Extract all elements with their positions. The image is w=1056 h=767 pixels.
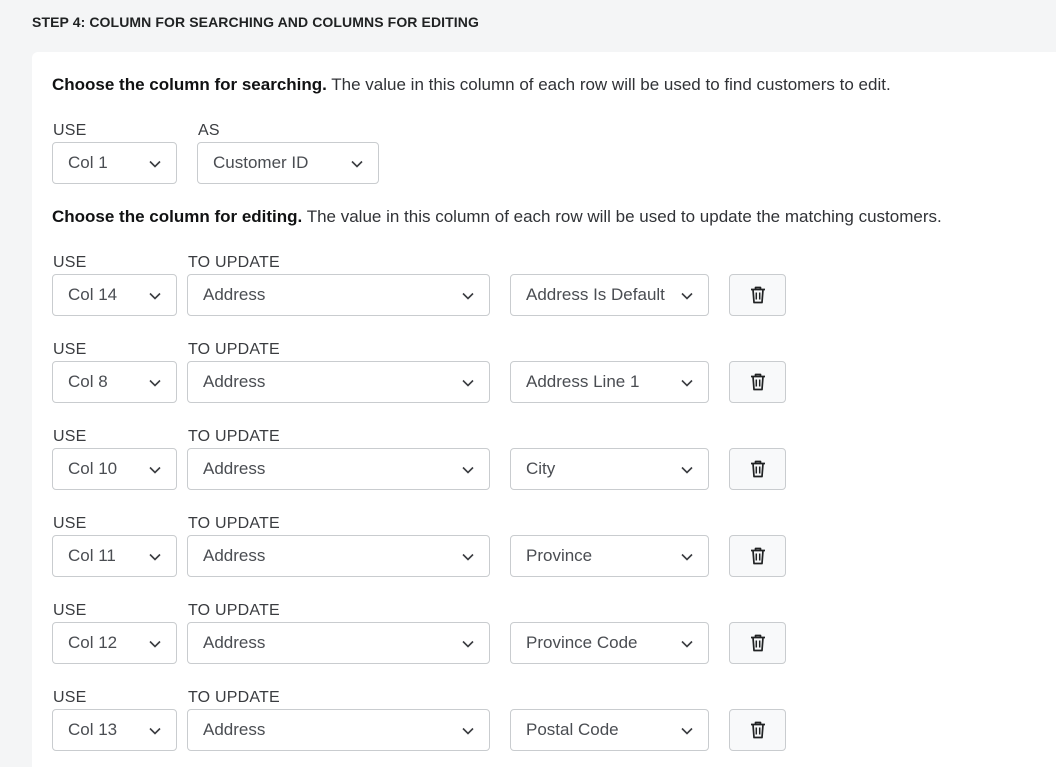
trash-icon: [750, 721, 765, 739]
row-delete-button[interactable]: [729, 448, 786, 490]
row-property-value: City: [526, 459, 556, 478]
row-use-label: USE: [53, 602, 87, 619]
search-field-select[interactable]: Customer ID: [197, 142, 379, 184]
chevron-down-icon: [681, 292, 693, 300]
row-update-label: TO UPDATE: [188, 341, 280, 358]
row-update-label: TO UPDATE: [188, 515, 280, 532]
row-column-value: Col 8: [68, 372, 108, 391]
row-column-select[interactable]: Col 11: [52, 535, 177, 577]
row-target-value: Address: [203, 546, 266, 565]
edit-heading-bold: Choose the column for editing.: [52, 207, 303, 226]
edit-heading-text: The value in this column of each row wil…: [302, 207, 942, 226]
row-update-label: TO UPDATE: [188, 602, 280, 619]
row-target-select[interactable]: Address: [187, 709, 490, 751]
step-title: STEP 4: COLUMN FOR SEARCHING AND COLUMNS…: [32, 14, 479, 30]
row-target-value: Address: [203, 720, 266, 739]
row-column-select[interactable]: Col 13: [52, 709, 177, 751]
search-column-select[interactable]: Col 1: [52, 142, 177, 184]
search-field-value: Customer ID: [213, 153, 309, 172]
row-delete-button[interactable]: [729, 274, 786, 316]
trash-icon: [750, 634, 765, 652]
search-as-label: AS: [198, 122, 220, 139]
row-column-value: Col 14: [68, 285, 118, 304]
chevron-down-icon: [149, 640, 161, 648]
chevron-down-icon: [462, 379, 474, 387]
row-property-value: Address Line 1: [526, 372, 640, 391]
chevron-down-icon: [149, 160, 161, 168]
trash-icon: [750, 547, 765, 565]
edit-heading: Choose the column for editing. The value…: [52, 207, 942, 227]
row-target-value: Address: [203, 459, 266, 478]
chevron-down-icon: [149, 466, 161, 474]
row-property-value: Postal Code: [526, 720, 619, 739]
chevron-down-icon: [351, 160, 363, 168]
chevron-down-icon: [149, 379, 161, 387]
row-target-select[interactable]: Address: [187, 361, 490, 403]
row-property-select[interactable]: Address Is Default: [510, 274, 709, 316]
row-target-select[interactable]: Address: [187, 535, 490, 577]
chevron-down-icon: [462, 640, 474, 648]
row-delete-button[interactable]: [729, 361, 786, 403]
row-column-value: Col 10: [68, 459, 118, 478]
row-property-value: Province: [526, 546, 593, 565]
row-column-select[interactable]: Col 14: [52, 274, 177, 316]
search-column-value: Col 1: [68, 153, 108, 172]
row-target-select[interactable]: Address: [187, 622, 490, 664]
chevron-down-icon: [149, 292, 161, 300]
row-update-label: TO UPDATE: [188, 689, 280, 706]
row-target-value: Address: [203, 372, 266, 391]
row-property-select[interactable]: Address Line 1: [510, 361, 709, 403]
row-target-value: Address: [203, 633, 266, 652]
row-target-select[interactable]: Address: [187, 448, 490, 490]
search-heading: Choose the column for searching. The val…: [52, 75, 891, 95]
row-update-label: TO UPDATE: [188, 254, 280, 271]
row-use-label: USE: [53, 428, 87, 445]
row-target-value: Address: [203, 285, 266, 304]
chevron-down-icon: [462, 553, 474, 561]
search-use-label: USE: [53, 122, 87, 139]
chevron-down-icon: [462, 466, 474, 474]
chevron-down-icon: [681, 640, 693, 648]
chevron-down-icon: [681, 466, 693, 474]
row-column-value: Col 11: [68, 546, 116, 565]
chevron-down-icon: [149, 553, 161, 561]
row-property-value: Address Is Default: [526, 285, 665, 304]
row-delete-button[interactable]: [729, 622, 786, 664]
row-use-label: USE: [53, 254, 87, 271]
row-use-label: USE: [53, 689, 87, 706]
chevron-down-icon: [149, 727, 161, 735]
trash-icon: [750, 460, 765, 478]
chevron-down-icon: [681, 727, 693, 735]
row-column-value: Col 12: [68, 633, 118, 652]
trash-icon: [750, 373, 765, 391]
search-heading-text: The value in this column of each row wil…: [326, 75, 891, 94]
search-heading-bold: Choose the column for searching.: [52, 75, 327, 94]
chevron-down-icon: [681, 379, 693, 387]
row-property-select[interactable]: Province: [510, 535, 709, 577]
row-property-value: Province Code: [526, 633, 638, 652]
row-column-select[interactable]: Col 12: [52, 622, 177, 664]
chevron-down-icon: [681, 553, 693, 561]
row-property-select[interactable]: Province Code: [510, 622, 709, 664]
row-update-label: TO UPDATE: [188, 428, 280, 445]
row-delete-button[interactable]: [729, 709, 786, 751]
chevron-down-icon: [462, 727, 474, 735]
row-delete-button[interactable]: [729, 535, 786, 577]
row-column-select[interactable]: Col 8: [52, 361, 177, 403]
chevron-down-icon: [462, 292, 474, 300]
trash-icon: [750, 286, 765, 304]
row-column-value: Col 13: [68, 720, 118, 739]
row-property-select[interactable]: Postal Code: [510, 709, 709, 751]
row-column-select[interactable]: Col 10: [52, 448, 177, 490]
row-use-label: USE: [53, 341, 87, 358]
row-property-select[interactable]: City: [510, 448, 709, 490]
row-use-label: USE: [53, 515, 87, 532]
row-target-select[interactable]: Address: [187, 274, 490, 316]
